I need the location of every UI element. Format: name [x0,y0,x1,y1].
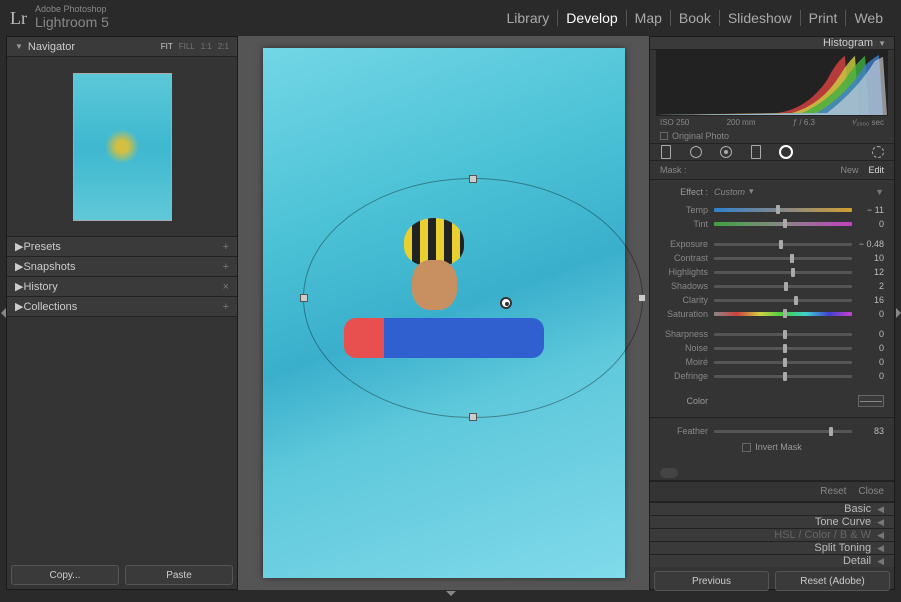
mask-handle-top[interactable] [469,175,477,183]
local-adjust-toolbar [650,144,894,161]
disclosure-icon: ▶ [15,280,23,293]
tint-slider[interactable]: Tint0 [660,217,884,231]
snapshots-panel[interactable]: ▶Snapshots+ [7,257,237,277]
disclosure-icon: ▼ [878,39,886,48]
crop-tool-icon[interactable] [658,144,674,160]
invert-mask-label: Invert Mask [755,442,802,452]
photo [263,48,625,578]
disclosure-icon: ▶ [15,260,23,273]
effect-menu-icon[interactable]: ▾ [749,186,754,197]
color-swatch[interactable] [858,395,884,407]
zoom-modes: FIT FILL 1:1 2:1 [161,42,229,51]
app-name: Lightroom 5 [35,15,109,30]
mask-new[interactable]: New [840,165,858,175]
basic-panel[interactable]: Basic◀ [650,502,894,515]
paste-button[interactable]: Paste [125,565,233,585]
mask-label: Mask : [660,165,687,175]
reset-button[interactable]: Reset [820,486,846,497]
split-toning-panel[interactable]: Split Toning◀ [650,541,894,554]
feather-slider[interactable]: Feather83 [660,424,884,438]
tone-curve-panel[interactable]: Tone Curve◀ [650,515,894,528]
exif-iso: ISO 250 [660,118,689,127]
navigator-thumbnail[interactable] [73,73,172,221]
collapse-icon[interactable]: ▼ [875,187,884,197]
mask-edit[interactable]: Edit [868,165,884,175]
effect-label: Effect : [660,187,714,197]
module-print[interactable]: Print [801,10,847,26]
module-picker: Library Develop Map Book Slideshow Print… [499,10,892,26]
module-slideshow[interactable]: Slideshow [720,10,801,26]
original-photo-checkbox[interactable] [660,132,668,140]
presets-panel[interactable]: ▶Presets+ [7,237,237,257]
effect-dropdown[interactable]: Custom [714,187,745,197]
module-library[interactable]: Library [499,10,559,26]
moire-slider[interactable]: Moiré0 [660,355,884,369]
app-logo: Lr [10,8,27,29]
zoom-2-1[interactable]: 2:1 [218,42,229,51]
disclosure-icon: ▼ [15,42,23,51]
collections-panel[interactable]: ▶Collections+ [7,297,237,317]
left-panel: ▼ Navigator FIT FILL 1:1 2:1 ▶Presets+ ▶… [6,36,238,590]
radial-tool-icon[interactable] [778,144,794,160]
zoom-fit[interactable]: FIT [161,42,173,51]
clarity-slider[interactable]: Clarity16 [660,293,884,307]
canvas[interactable] [238,36,649,590]
shadows-slider[interactable]: Shadows2 [660,279,884,293]
disclosure-icon: ▶ [15,240,23,253]
highlights-slider[interactable]: Highlights12 [660,265,884,279]
exif-aperture: ƒ / 6.3 [793,118,815,127]
mask-handle-left[interactable] [300,294,308,302]
disclosure-icon: ▶ [15,300,23,313]
sharpness-slider[interactable]: Sharpness0 [660,327,884,341]
previous-button[interactable]: Previous [654,571,769,591]
history-panel[interactable]: ▶History× [7,277,237,297]
copy-button[interactable]: Copy... [11,565,119,585]
navigator-title: Navigator [28,41,75,53]
module-develop[interactable]: Develop [558,10,626,26]
redeye-tool-icon[interactable] [718,144,734,160]
exif-focal: 200 mm [727,118,756,127]
module-map[interactable]: Map [627,10,671,26]
right-panel: Histogram▼ ISO 250 200 mm ƒ / 6.3 ¹⁄₂₀₀₀… [649,36,895,590]
exposure-slider[interactable]: Exposure− 0.48 [660,237,884,251]
zoom-fill[interactable]: FILL [179,42,195,51]
adjustment-panel: Effect : Custom ▾ ▼ Temp− 11 Tint0 Expos… [650,180,894,466]
noise-slider[interactable]: Noise0 [660,341,884,355]
navigator-header[interactable]: ▼ Navigator FIT FILL 1:1 2:1 [7,37,237,57]
saturation-slider[interactable]: Saturation0 [660,307,884,321]
exif-shutter: ¹⁄₂₀₀₀ sec [852,118,884,127]
hsl-panel[interactable]: HSL / Color / B & W◀ [650,528,894,541]
close-button[interactable]: Close [858,486,884,497]
histogram-plot [656,50,888,116]
original-photo-label: Original Photo [672,131,729,141]
zoom-1-1[interactable]: 1:1 [201,42,212,51]
contrast-slider[interactable]: Contrast10 [660,251,884,265]
detail-panel[interactable]: Detail◀ [650,554,894,567]
mask-handle-right[interactable] [638,294,646,302]
app-title-block: Adobe Photoshop Lightroom 5 [35,5,109,30]
spot-tool-icon[interactable] [688,144,704,160]
module-web[interactable]: Web [846,10,891,26]
mask-handle-bottom[interactable] [469,413,477,421]
right-panel-toggle[interactable] [895,36,901,590]
histogram-header[interactable]: Histogram▼ [650,37,894,50]
panel-switch[interactable] [660,468,678,478]
reset-adobe-button[interactable]: Reset (Adobe) [775,571,890,591]
temp-slider[interactable]: Temp− 11 [660,203,884,217]
defringe-slider[interactable]: Defringe0 [660,369,884,383]
brush-tool-icon[interactable] [870,144,886,160]
color-label: Color [660,396,714,406]
gradient-tool-icon[interactable] [748,144,764,160]
module-book[interactable]: Book [671,10,720,26]
invert-mask-checkbox[interactable] [742,443,751,452]
